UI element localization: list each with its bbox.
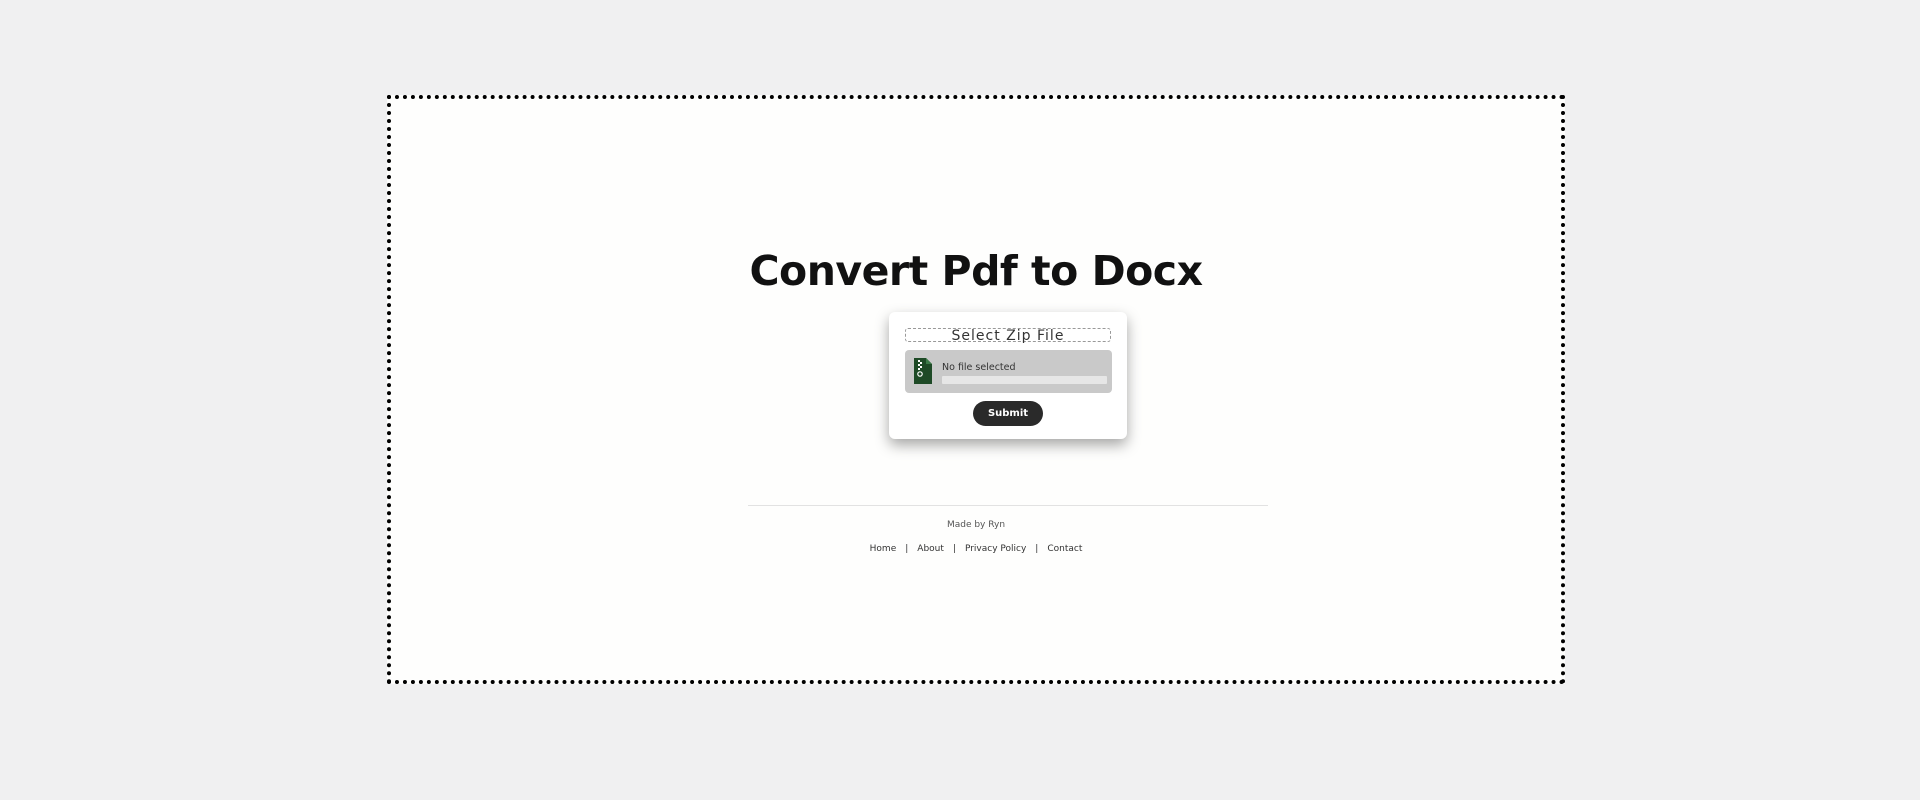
footer-link-about[interactable]: About xyxy=(917,544,944,554)
footer-link-privacy-policy[interactable]: Privacy Policy xyxy=(965,544,1026,554)
footer-link-contact[interactable]: Contact xyxy=(1047,544,1082,554)
zip-file-icon xyxy=(913,358,932,384)
footer-link-home[interactable]: Home xyxy=(870,544,897,554)
select-zip-file-label[interactable]: Select Zip File xyxy=(905,328,1111,343)
submit-button[interactable]: Submit xyxy=(973,401,1043,426)
footer-divider xyxy=(748,505,1268,506)
footer-nav: Home | About | Privacy Policy | Contact xyxy=(391,544,1561,554)
page-frame: Convert Pdf to Docx Select Zip File No f… xyxy=(387,95,1565,684)
footer-separator: | xyxy=(1035,544,1039,554)
file-input[interactable]: No file selected xyxy=(905,350,1112,393)
made-by-text: Made by Ryn xyxy=(946,520,1006,530)
footer-separator: | xyxy=(905,544,909,554)
file-status-text: No file selected xyxy=(942,362,1016,373)
page-title: Convert Pdf to Docx xyxy=(749,247,1203,295)
upload-progress-bar xyxy=(942,376,1107,384)
footer-separator: | xyxy=(952,544,956,554)
upload-card: Select Zip File No file selected Submit xyxy=(889,312,1127,439)
